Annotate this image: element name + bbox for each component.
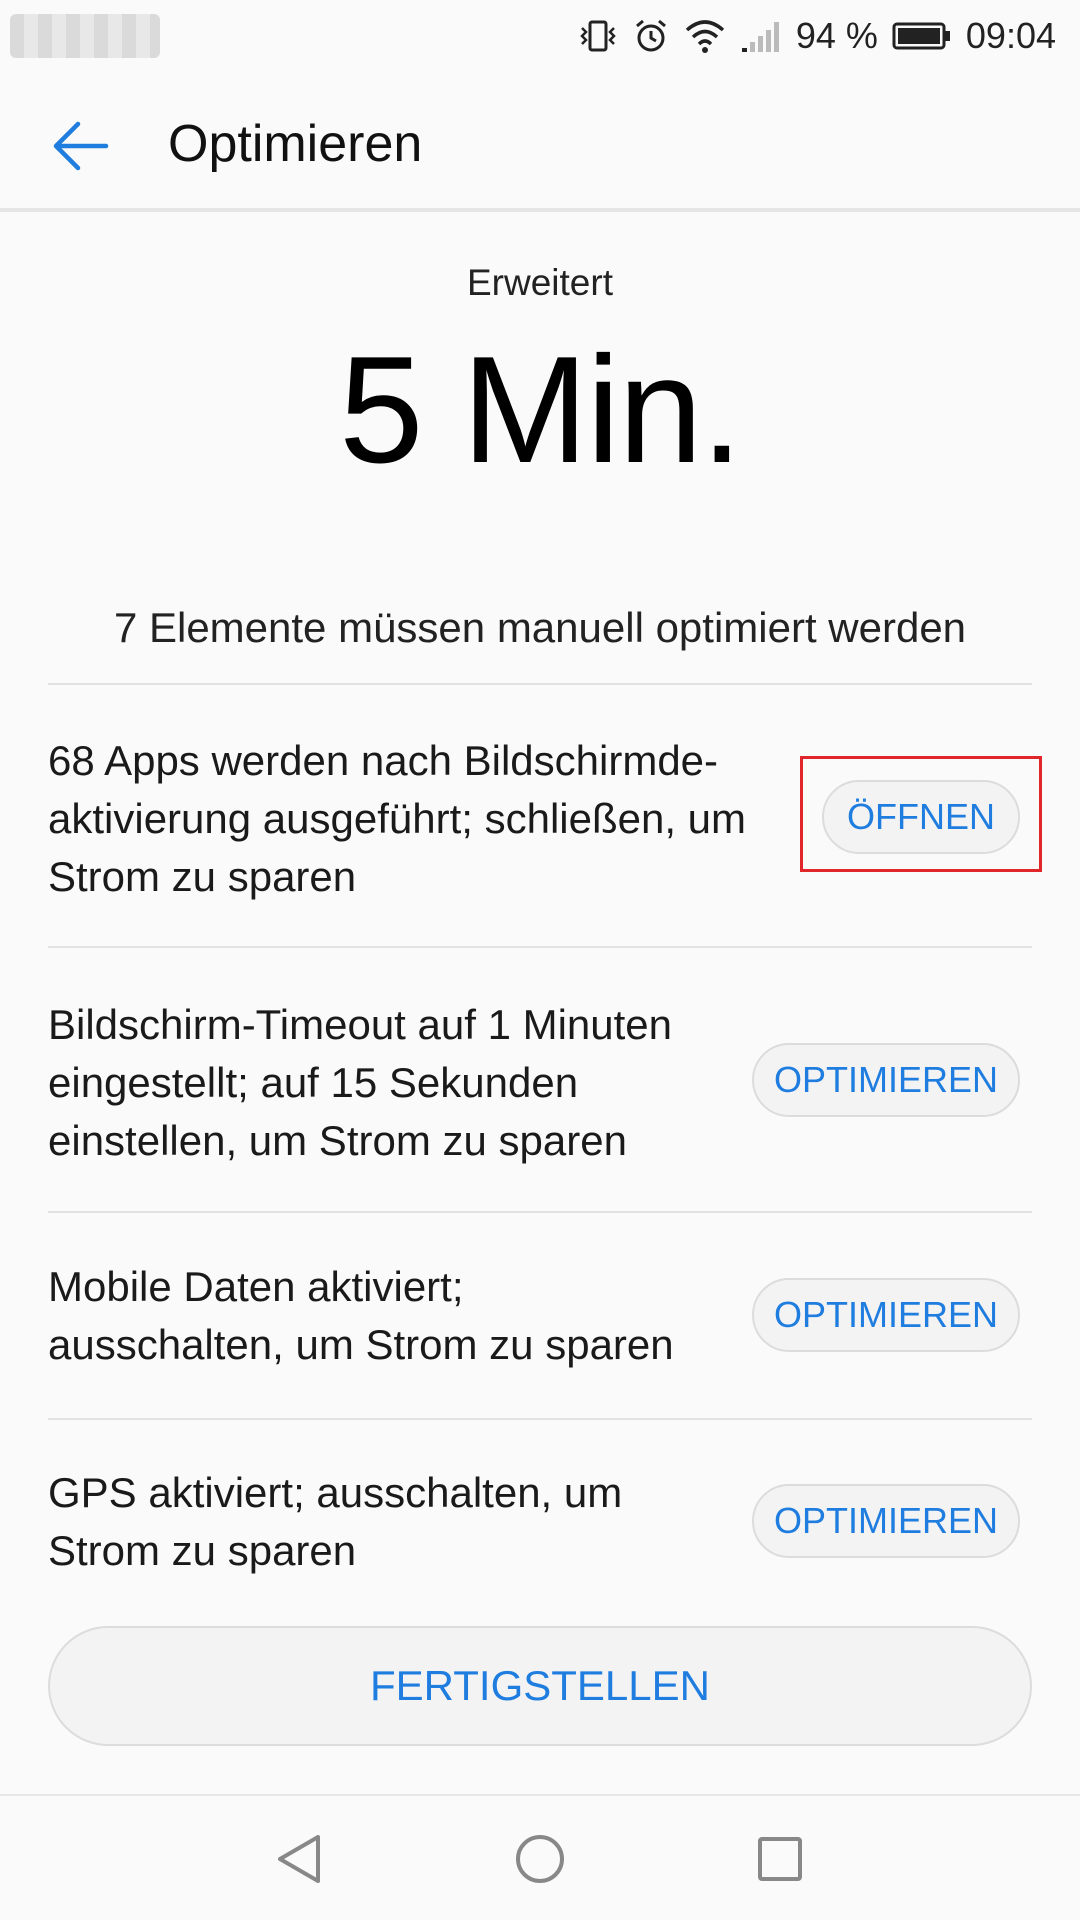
summary-text: 7 Elemente müssen manuell optimiert werd… [113, 604, 967, 651]
nav-back-button[interactable] [265, 1824, 335, 1894]
wifi-icon [684, 18, 726, 54]
list-item-text: 68 Apps werden nach Bildschirmde- aktivi… [48, 732, 746, 906]
open-button[interactable]: ÖFFNEN [822, 780, 1020, 854]
item-line: Bildschirm-Timeout auf 1 Minuten [48, 1001, 673, 1048]
divider [48, 683, 1032, 685]
optimize-button-gps[interactable]: OPTIMIEREN [752, 1484, 1020, 1558]
carrier-name-blurred [10, 14, 160, 58]
item-line: Strom zu sparen [48, 1527, 357, 1574]
battery-icon [892, 21, 952, 51]
clock: 09:04 [965, 15, 1056, 56]
alarm-icon [632, 17, 670, 55]
remaining-time: 5 Min. [339, 325, 743, 495]
vibrate-icon [578, 16, 618, 56]
battery-percent: 94 % [795, 15, 878, 56]
list-item-text: Mobile Daten aktiviert; ausschalten, um … [48, 1258, 674, 1374]
status-icons: 94 % 09:04 [578, 12, 1056, 60]
signal-icon [740, 18, 782, 54]
divider [48, 946, 1032, 948]
list-item-text: GPS aktiviert; ausschalten, um Strom zu … [48, 1464, 622, 1580]
app-bar: Optimieren [0, 72, 1080, 212]
item-line: einstellen, um Strom zu sparen [48, 1117, 627, 1164]
item-line: 68 Apps werden nach Bildschirmde- [48, 737, 719, 784]
item-line: eingestellt; auf 15 Sekunden [48, 1059, 579, 1106]
arrow-back-icon [53, 121, 109, 171]
optimize-button-mobile-data[interactable]: OPTIMIEREN [752, 1278, 1020, 1352]
item-line: Mobile Daten aktiviert; [48, 1263, 464, 1310]
navigation-bar [0, 1794, 1080, 1920]
mode-label: Erweitert [467, 262, 613, 303]
divider [48, 1211, 1032, 1213]
optimize-screen: 94 % 09:04 Optimieren Erweitert 5 Min. 7… [0, 0, 1080, 1920]
nav-home-button[interactable] [505, 1824, 575, 1894]
back-button[interactable] [40, 106, 120, 186]
item-line: aktivierung ausgeführt; schließen, um [48, 795, 747, 842]
item-line: Strom zu sparen [48, 853, 357, 900]
finish-button[interactable]: FERTIGSTELLEN [48, 1626, 1032, 1746]
nav-home-icon [516, 1835, 564, 1883]
nav-recents-icon [758, 1837, 802, 1881]
list-item-text: Bildschirm-Timeout auf 1 Minuten eingest… [48, 996, 672, 1170]
divider [48, 1418, 1032, 1420]
status-bar: 94 % 09:04 [0, 0, 1080, 72]
nav-recents-button[interactable] [745, 1824, 815, 1894]
page-title: Optimieren [168, 115, 423, 173]
nav-back-icon [278, 1835, 320, 1883]
item-line: GPS aktiviert; ausschalten, um [48, 1469, 623, 1516]
item-line: ausschalten, um Strom zu sparen [48, 1321, 674, 1368]
optimize-button-screen-timeout[interactable]: OPTIMIEREN [752, 1043, 1020, 1117]
